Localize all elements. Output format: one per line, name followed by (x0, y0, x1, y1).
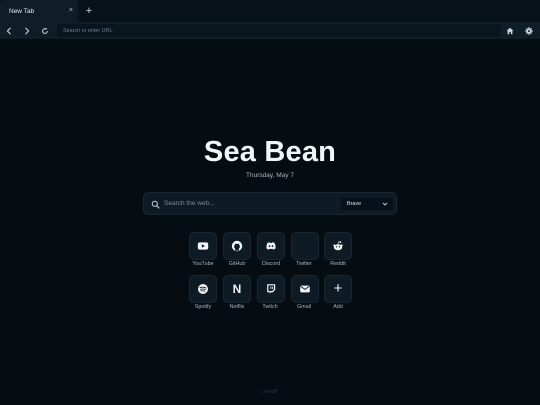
shortcut-label: Add (333, 304, 343, 310)
shortcut-reddit[interactable] (324, 232, 352, 260)
reddit-icon (333, 241, 343, 251)
gear-icon (525, 26, 533, 35)
search-engine-select[interactable]: Brave (341, 198, 393, 210)
home-icon (506, 27, 514, 34)
github-icon (231, 240, 243, 252)
search-input[interactable]: Search the web... (164, 200, 215, 207)
address-bar[interactable]: Search or enter URL (57, 24, 501, 37)
shortcut-netflix[interactable]: N (223, 275, 251, 303)
settings-button[interactable] (523, 25, 535, 36)
address-placeholder: Search or enter URL (63, 27, 113, 34)
forward-button[interactable] (18, 22, 36, 39)
plus-icon: + (333, 280, 343, 297)
reload-icon (42, 27, 48, 34)
chevron-right-icon (25, 27, 30, 34)
tab-bar: New Tab × + (0, 0, 540, 22)
new-tab-button[interactable]: + (80, 0, 98, 22)
shortcut-twitch[interactable] (257, 275, 285, 303)
close-tab-icon[interactable]: × (69, 7, 73, 15)
home-button[interactable] (504, 25, 516, 36)
shortcut-gmail[interactable] (291, 275, 319, 303)
mail-icon (300, 285, 310, 293)
footer-text: sn·tuff (263, 389, 277, 395)
chevron-down-icon (382, 202, 388, 206)
shortcut-discord[interactable] (257, 232, 285, 260)
navigation-bar: Search or enter URL (0, 22, 540, 39)
page-title: Sea Bean (203, 136, 337, 168)
date-label: Thursday, May 7 (246, 172, 294, 179)
back-button[interactable] (0, 22, 18, 39)
shortcut-spotify[interactable] (189, 275, 217, 303)
netflix-icon: N (232, 282, 242, 296)
tab-new-tab[interactable]: New Tab × (0, 0, 78, 22)
reload-button[interactable] (36, 22, 54, 39)
shortcut-twitter[interactable] (291, 232, 319, 260)
search-engine-label: Brave (347, 201, 362, 207)
shortcut-youtube[interactable] (189, 232, 217, 260)
shortcut-label: Reddit (330, 261, 346, 267)
chevron-left-icon (6, 27, 11, 34)
twitch-icon (267, 284, 276, 294)
add-shortcut-button[interactable]: + (324, 275, 352, 303)
web-search-box[interactable]: Search the web... Brave (143, 192, 397, 215)
shortcut-github[interactable] (223, 232, 251, 260)
youtube-icon (197, 242, 209, 250)
search-icon (151, 200, 160, 209)
spotify-icon (198, 284, 208, 294)
discord-icon (266, 242, 276, 250)
tab-title: New Tab (9, 7, 35, 15)
